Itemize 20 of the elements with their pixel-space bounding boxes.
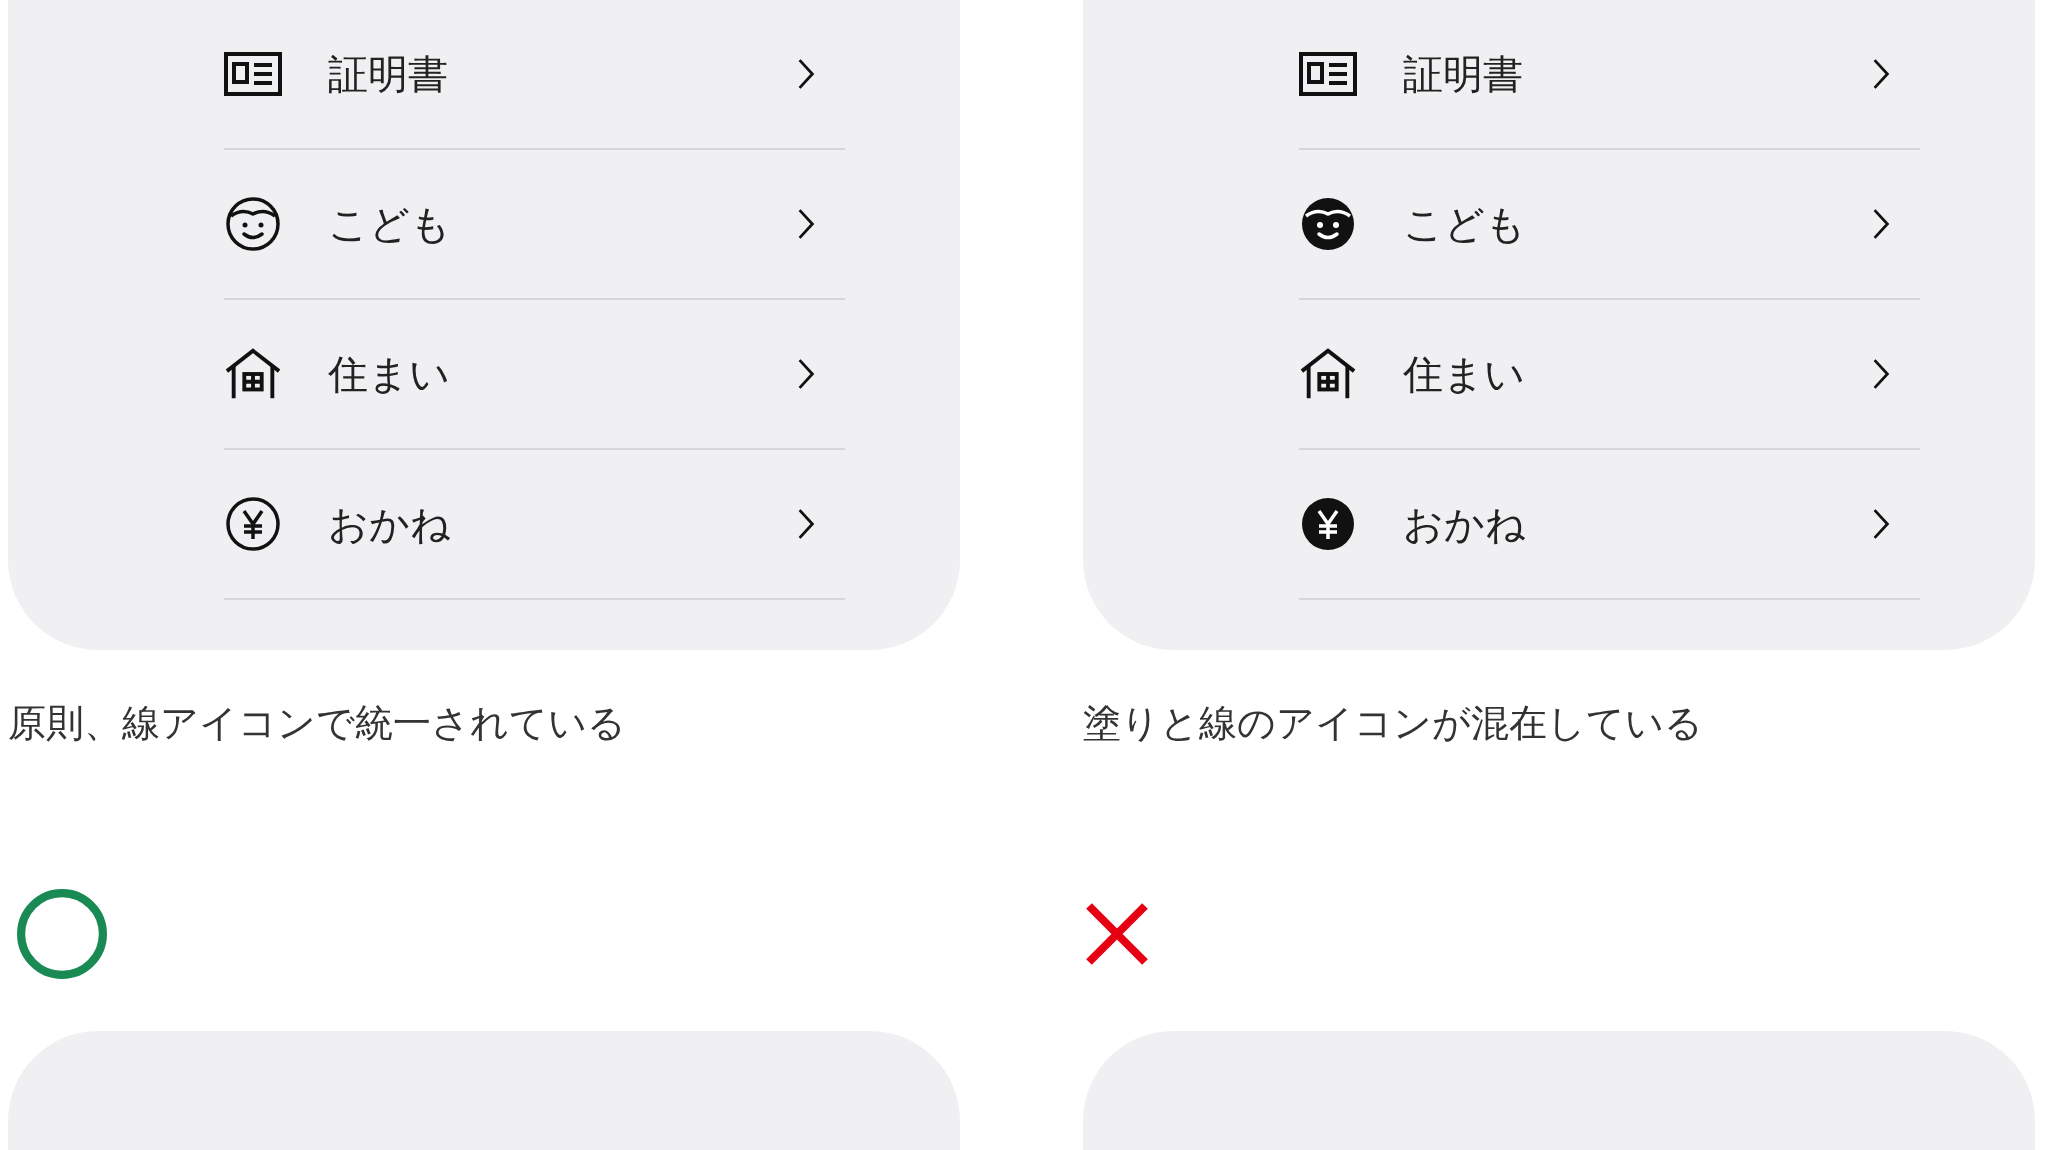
menu-item-label[interactable]: 住まい xyxy=(328,346,797,402)
menu-item-label[interactable]: 証明書 xyxy=(328,46,797,102)
chevron-right-icon xyxy=(797,358,815,390)
chevron-right-icon xyxy=(797,208,815,240)
chevron-right-icon xyxy=(1872,58,1890,90)
caption-text: 原則、線アイコンで統一されている xyxy=(8,700,627,747)
chevron-right-icon xyxy=(1872,208,1890,240)
menu-item-label[interactable]: おかね xyxy=(1403,496,1872,552)
menu-item-label[interactable]: おかね xyxy=(328,496,797,552)
cross-mark-icon xyxy=(1085,902,1149,966)
chevron-right-icon xyxy=(797,508,815,540)
chevron-right-icon xyxy=(1872,358,1890,390)
chevron-right-icon xyxy=(1872,508,1890,540)
circle-mark-icon xyxy=(16,888,108,980)
menu-item-label[interactable]: こども xyxy=(1403,196,1872,252)
menu-item-label[interactable]: 証明書 xyxy=(1403,46,1872,102)
menu-item-label[interactable]: 住まい xyxy=(1403,346,1872,402)
caption-text: 塗りと線のアイコンが混在している xyxy=(1083,700,1704,747)
menu-item-label[interactable]: こども xyxy=(328,196,797,252)
chevron-right-icon xyxy=(797,58,815,90)
